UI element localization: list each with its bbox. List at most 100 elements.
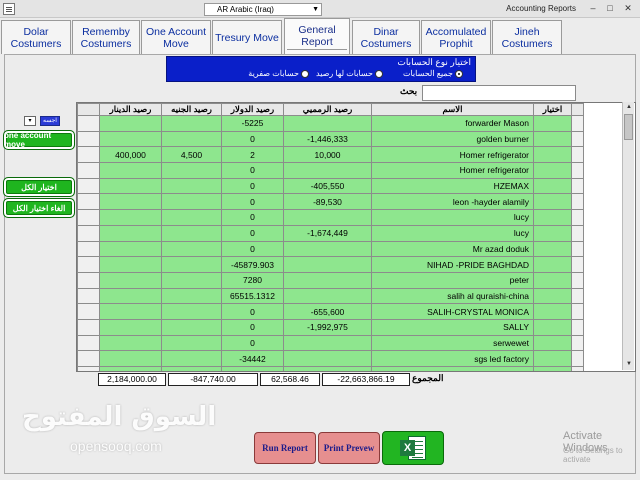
row-selector[interactable] [77,177,100,195]
filter-select[interactable]: ▾ [24,116,36,126]
row-selector[interactable] [77,366,100,371]
language-select[interactable]: AR Arabic (Iraq) ▼ [204,3,322,16]
row-selector[interactable] [77,318,100,336]
cell-rememby: -1,446,333 [283,130,372,148]
radio-all-accounts[interactable]: جميع الحسابات [403,69,463,78]
filter-select-value[interactable]: اجسه [40,116,60,126]
cell-dollar: 0 [221,193,284,211]
table-row[interactable]: 0 -1,446,333 golden burner [77,130,584,148]
table-row[interactable]: -34442 sgs led factory [77,350,584,367]
row-selector[interactable] [77,256,100,273]
table-row[interactable]: 7280 peter [77,271,584,289]
cell-dollar: 0 [221,318,284,336]
cell-dinar [99,334,162,352]
table-row[interactable]: 0 lucy [77,209,584,226]
scroll-up-icon[interactable]: ▲ [623,102,635,113]
tab-general-report[interactable]: General Report [284,18,350,54]
cell-select-checkbox[interactable] [533,256,572,273]
table-row[interactable]: 65515.1312 salih al quraishi-china [77,287,584,305]
cell-select-checkbox[interactable] [533,318,572,336]
cell-select-checkbox[interactable] [533,130,572,148]
row-selector[interactable] [77,193,100,211]
cell-select-checkbox[interactable] [533,303,572,320]
scroll-corner [571,103,584,116]
cell-select-checkbox[interactable] [533,271,572,289]
row-selector[interactable] [77,146,100,164]
tab-dinar-costumers[interactable]: Dinar Costumers [352,20,420,54]
row-selector[interactable] [77,350,100,367]
account-type-group: اختيار نوع الحسابات جميع الحسابات حسابات… [166,56,476,82]
column-header-name[interactable]: الاسم [371,103,534,116]
row-selector[interactable] [77,224,100,242]
column-header-jineh[interactable]: رصيد الجنيه [161,103,222,116]
cell-name: forwarder Mason [371,115,534,132]
row-selector[interactable] [77,271,100,289]
table-row[interactable]: 0-115,380SOPHIA [77,366,584,371]
cell-select-checkbox[interactable] [533,146,572,164]
table-row[interactable]: 0 Mr azad doduk [77,240,584,258]
row-selector[interactable] [77,209,100,226]
row-selector[interactable] [77,303,100,320]
row-selector[interactable] [77,162,100,179]
cell-select-checkbox[interactable] [533,350,572,367]
column-header-rememby[interactable]: رصيد الرمميي [283,103,372,116]
scroll-down-icon[interactable]: ▼ [623,359,635,370]
cell-dinar [99,271,162,289]
search-input[interactable] [422,85,576,101]
maximize-button[interactable]: □ [603,2,617,15]
cell-jineh [161,193,222,211]
radio-accounts-with-balance[interactable]: حسابات لها رصيد [316,69,383,78]
row-selector[interactable] [77,240,100,258]
table-row[interactable]: -5225 forwarder Mason [77,115,584,132]
cell-select-checkbox[interactable] [533,366,572,371]
cell-select-checkbox[interactable] [533,209,572,226]
tab-dolar-costumers[interactable]: Dolar Costumers [1,20,71,54]
column-header-dinar[interactable]: رصيد الدينار [99,103,162,116]
tab-one-account-move[interactable]: One Account Move [141,20,211,54]
row-selector[interactable] [77,115,100,132]
cell-select-checkbox[interactable] [533,193,572,211]
scroll-thumb[interactable] [624,114,633,140]
tab-accomulated-prophit[interactable]: Accomulated Prophit [421,20,491,54]
table-row[interactable]: 0 -655,600 SALIH-CRYSTAL MONICA [77,303,584,320]
minimize-button[interactable]: – [586,2,600,15]
cell-select-checkbox[interactable] [533,177,572,195]
table-row[interactable]: 0 Homer refrigerator [77,162,584,179]
cell-jineh [161,115,222,132]
cell-select-checkbox[interactable] [533,287,572,305]
table-row[interactable]: 0 serwewet [77,334,584,352]
cell-rememby [283,350,372,367]
table-row[interactable]: -45879.903 NIHAD -PRIDE BAGHDAD [77,256,584,273]
row-spacer [571,366,584,371]
cell-select-checkbox[interactable] [533,224,572,242]
tab-tresury-move[interactable]: Tresury Move [212,20,282,54]
one-account-move-button[interactable]: one account move [3,130,75,150]
radio-zero-accounts[interactable]: حسابات صفرية [248,69,309,78]
row-selector[interactable] [77,334,100,352]
close-button[interactable]: ✕ [621,2,635,15]
tab-rememby-costumers[interactable]: Rememby Costumers [72,20,140,54]
table-row[interactable]: 0 -89,530 leon -hayder alamily [77,193,584,211]
row-selector[interactable] [77,287,100,305]
table-row[interactable]: 0 -1,992,975 SALLY [77,318,584,336]
export-excel-button[interactable]: X [382,431,444,465]
tab-jineh-costumers[interactable]: Jineh Costumers [492,20,562,54]
accounts-table: رصيد الدينار رصيد الجنيه رصيد الدولار رص… [77,103,584,371]
column-header-select[interactable]: اختيار [533,103,572,116]
run-report-button[interactable]: Run Report [254,432,316,464]
row-selector[interactable] [77,130,100,148]
cell-jineh [161,350,222,367]
print-preview-button[interactable]: Print Prevew [318,432,380,464]
vertical-scrollbar[interactable]: ▲ ▼ [622,102,634,370]
select-all-button[interactable]: اختيار الكل [3,177,75,197]
column-header-dollar[interactable]: رصيد الدولار [221,103,284,116]
cell-dollar: 0 [221,334,284,352]
deselect-all-button[interactable]: الغاء اختيار الكل [3,198,75,218]
cell-select-checkbox[interactable] [533,162,572,179]
cell-select-checkbox[interactable] [533,334,572,352]
cell-select-checkbox[interactable] [533,115,572,132]
table-row[interactable]: 0 -1,674,449 lucy [77,224,584,242]
cell-select-checkbox[interactable] [533,240,572,258]
table-row[interactable]: 400,000 4,500 2 10,000 Homer refrigerator [77,146,584,164]
table-row[interactable]: 0 -405,550 HZEMAX [77,177,584,195]
